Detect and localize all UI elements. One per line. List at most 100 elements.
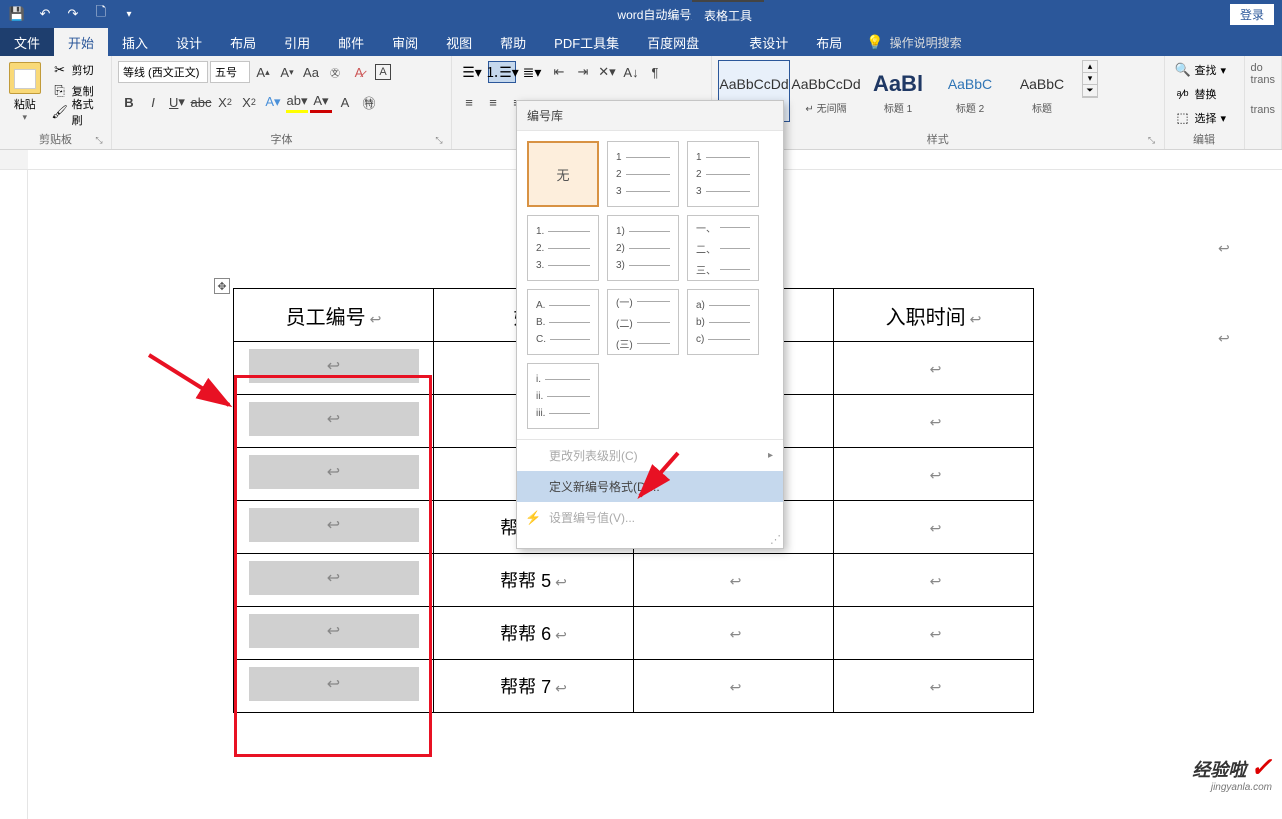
watermark-url: jingyanla.com (1211, 782, 1272, 793)
table-cell[interactable]: 帮帮 6↩ (434, 607, 634, 660)
table-cell[interactable]: ↩ (234, 395, 434, 448)
table-move-handle[interactable]: ✥ (214, 278, 230, 294)
show-marks-icon[interactable]: ¶ (644, 61, 666, 83)
char-shading-icon[interactable]: A (334, 91, 356, 113)
tab-file[interactable]: 文件 (0, 28, 54, 56)
select-button[interactable]: ⬚选择 ▾ (1171, 108, 1231, 128)
style-heading2[interactable]: AaBbC 标题 2 (934, 60, 1006, 122)
numbering-item[interactable]: a) b) c) (687, 289, 759, 355)
superscript-icon[interactable]: X2 (238, 91, 260, 113)
numbering-item[interactable]: 1) 2) 3) (607, 215, 679, 281)
tab-insert[interactable]: 插入 (108, 28, 162, 56)
tab-home[interactable]: 开始 (54, 28, 108, 56)
qat-btn[interactable]: 🗋 (88, 2, 114, 26)
numbering-item[interactable]: (一) (二) (三) (607, 289, 679, 355)
char-border-icon[interactable]: A (372, 61, 394, 83)
table-cell[interactable]: ↩ (834, 607, 1034, 660)
numbering-item[interactable]: i. ii. iii. (527, 363, 599, 429)
sort-icon[interactable]: A↓ (620, 61, 642, 83)
save-icon[interactable]: 💾 (4, 2, 30, 26)
font-size-select[interactable]: 五号 (210, 61, 250, 83)
gallery-scroll[interactable]: ▴▾⏷ (1082, 60, 1098, 98)
font-name-select[interactable]: 等线 (西文正文) (118, 61, 208, 83)
numbering-item[interactable]: 1 2 3 (687, 141, 759, 207)
dialog-launcher-icon[interactable]: ⤡ (1146, 135, 1158, 147)
asian-layout-icon[interactable]: ✕▾ (596, 61, 618, 83)
table-cell[interactable]: ↩ (634, 607, 834, 660)
qat-more-icon[interactable]: ▾ (116, 2, 142, 26)
table-cell[interactable]: ↩ (234, 448, 434, 501)
tab-table-layout[interactable]: 布局 (802, 28, 856, 56)
table-cell[interactable]: 帮帮 5↩ (434, 554, 634, 607)
tab-pdf[interactable]: PDF工具集 (540, 28, 633, 56)
table-cell[interactable]: ↩ (234, 607, 434, 660)
align-left-icon[interactable]: ≡ (458, 91, 480, 113)
numbering-item[interactable]: 1. 2. 3. (527, 215, 599, 281)
style-title[interactable]: AaBbC 标题 (1006, 60, 1078, 122)
table-cell[interactable]: ↩ (834, 660, 1034, 713)
italic-icon[interactable]: I (142, 91, 164, 113)
tell-me-search[interactable]: 💡 操作说明搜索 (856, 34, 971, 51)
tab-table-design[interactable]: 表设计 (735, 28, 802, 56)
underline-icon[interactable]: U▾ (166, 91, 188, 113)
redo-icon[interactable]: ↷ (60, 2, 86, 26)
numbering-icon[interactable]: ⒈☰▾ (488, 61, 516, 83)
tab-layout[interactable]: 布局 (216, 28, 270, 56)
table-cell[interactable]: ↩ (634, 554, 834, 607)
table-cell[interactable]: ↩ (834, 448, 1034, 501)
align-center-icon[interactable]: ≡ (482, 91, 504, 113)
resize-grip-icon[interactable]: ⋰ (517, 533, 783, 548)
table-cell[interactable]: ↩ (234, 554, 434, 607)
tab-mailings[interactable]: 邮件 (324, 28, 378, 56)
bullets-icon[interactable]: ☰▾ (458, 61, 486, 83)
style-heading1[interactable]: AaBl 标题 1 (862, 60, 934, 122)
numbering-item[interactable]: 一、 二、 三、 (687, 215, 759, 281)
table-header[interactable]: 入职时间↩ (834, 289, 1034, 342)
numbering-item[interactable]: 1 2 3 (607, 141, 679, 207)
tab-view[interactable]: 视图 (432, 28, 486, 56)
find-button[interactable]: 🔍查找 ▾ (1171, 60, 1231, 80)
tab-baidu[interactable]: 百度网盘 (633, 28, 713, 56)
cut-button[interactable]: ✂剪切 (48, 60, 105, 80)
tab-references[interactable]: 引用 (270, 28, 324, 56)
enclose-icon[interactable]: ㊕ (358, 91, 380, 113)
vertical-ruler[interactable] (0, 170, 28, 819)
font-color-icon[interactable]: A▾ (310, 91, 332, 113)
undo-icon[interactable]: ↶ (32, 2, 58, 26)
table-cell[interactable]: ↩ (834, 554, 1034, 607)
table-cell[interactable]: ↩ (234, 501, 434, 554)
tab-review[interactable]: 审阅 (378, 28, 432, 56)
tab-help[interactable]: 帮助 (486, 28, 540, 56)
text-effects-icon[interactable]: A▾ (262, 91, 284, 113)
increase-indent-icon[interactable]: ⇥ (572, 61, 594, 83)
paste-button[interactable]: 粘贴 ▾ (6, 60, 44, 123)
clear-format-icon[interactable]: A̷ (348, 61, 370, 83)
shrink-font-icon[interactable]: A▾ (276, 61, 298, 83)
table-cell[interactable]: 帮帮 7↩ (434, 660, 634, 713)
strike-icon[interactable]: abc (190, 91, 212, 113)
tab-design[interactable]: 设计 (162, 28, 216, 56)
phonetic-icon[interactable]: ㉆ (324, 61, 346, 83)
numbering-none[interactable]: 无 (527, 141, 599, 207)
subscript-icon[interactable]: X2 (214, 91, 236, 113)
change-case-icon[interactable]: Aa (300, 61, 322, 83)
table-cell[interactable]: ↩ (634, 660, 834, 713)
multilevel-icon[interactable]: ≣▾ (518, 61, 546, 83)
style-nospacing[interactable]: AaBbCcDd ↵ 无间隔 (790, 60, 862, 122)
decrease-indent-icon[interactable]: ⇤ (548, 61, 570, 83)
highlight-icon[interactable]: ab▾ (286, 91, 308, 113)
table-cell[interactable]: ↩ (834, 501, 1034, 554)
login-button[interactable]: 登录 (1230, 4, 1274, 25)
table-cell[interactable]: ↩ (234, 342, 434, 395)
dialog-launcher-icon[interactable]: ⤡ (433, 135, 445, 147)
numbering-item[interactable]: A. B. C. (527, 289, 599, 355)
format-painter-button[interactable]: 🖌格式刷 (48, 102, 105, 122)
table-cell[interactable]: ↩ (234, 660, 434, 713)
dialog-launcher-icon[interactable]: ⤡ (93, 135, 105, 147)
grow-font-icon[interactable]: A▴ (252, 61, 274, 83)
table-cell[interactable]: ↩ (834, 342, 1034, 395)
replace-button[interactable]: ᵃ⁄ᵇ替换 (1171, 84, 1221, 104)
bold-icon[interactable]: B (118, 91, 140, 113)
table-cell[interactable]: ↩ (834, 395, 1034, 448)
table-header[interactable]: 员工编号↩ (234, 289, 434, 342)
